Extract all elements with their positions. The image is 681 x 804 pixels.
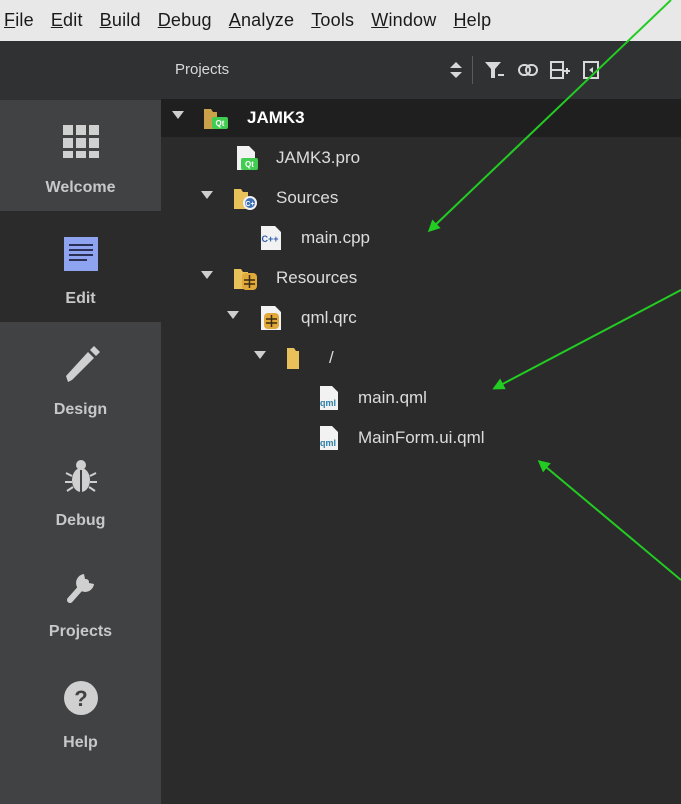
svg-text:qml: qml bbox=[320, 398, 336, 408]
bug-icon bbox=[65, 460, 97, 492]
tree-label-mainform-qml: MainForm.ui.qml bbox=[358, 428, 485, 447]
tree-label-resources: Resources bbox=[276, 268, 358, 287]
mode-sidebar-header bbox=[0, 41, 161, 100]
wrench-icon bbox=[67, 574, 94, 603]
menu-analyze[interactable]: Analyze bbox=[229, 10, 294, 31]
mode-help[interactable]: ? Help bbox=[0, 655, 161, 766]
qml-file-icon: qml bbox=[320, 386, 338, 410]
tree-item-resources[interactable]: Resources bbox=[161, 259, 681, 297]
tree-item-root-prefix[interactable]: / bbox=[161, 339, 681, 377]
svg-text:qml: qml bbox=[320, 438, 336, 448]
sort-updown-icon[interactable] bbox=[445, 59, 467, 81]
menu-edit[interactable]: Edit bbox=[51, 10, 83, 31]
qrc-file-icon bbox=[261, 306, 281, 330]
split-add-icon[interactable] bbox=[549, 59, 571, 81]
qml-file-icon: qml bbox=[320, 426, 338, 450]
expand-arrow-icon[interactable] bbox=[172, 111, 184, 119]
tree-label-pro-file: JAMK3.pro bbox=[276, 148, 361, 167]
filter-icon[interactable] bbox=[483, 59, 505, 81]
mode-welcome-label: Welcome bbox=[45, 179, 116, 196]
menu-file[interactable]: File bbox=[4, 10, 34, 31]
mode-debug-label: Debug bbox=[55, 512, 106, 529]
expand-arrow-icon[interactable] bbox=[227, 311, 239, 319]
toolbar-separator bbox=[472, 56, 473, 84]
projects-toolbar: Projects bbox=[161, 41, 681, 99]
tree-item-pro-file[interactable]: Qt JAMK3.pro bbox=[161, 139, 681, 177]
tree-item-sources[interactable]: C+ Sources bbox=[161, 179, 681, 217]
grid-icon bbox=[63, 125, 99, 158]
svg-text:C+: C+ bbox=[245, 201, 254, 208]
sources-folder-icon: C+ bbox=[234, 189, 257, 210]
mode-help-label: Help bbox=[63, 734, 98, 751]
mode-design-label: Design bbox=[53, 401, 108, 418]
mode-edit-label: Edit bbox=[65, 290, 96, 307]
projects-pane-selector[interactable]: Projects bbox=[175, 61, 229, 78]
menu-tools[interactable]: Tools bbox=[311, 10, 354, 31]
qt-project-folder-icon: Qt bbox=[204, 109, 228, 129]
menu-bar: File Edit Build Debug Analyze Tools Wind… bbox=[0, 0, 681, 41]
folder-icon bbox=[287, 348, 299, 369]
link-icon[interactable] bbox=[517, 59, 539, 81]
tree-item-main-qml[interactable]: qml main.qml bbox=[161, 379, 681, 417]
mode-edit[interactable]: Edit bbox=[0, 211, 161, 322]
document-edit-icon bbox=[64, 237, 98, 271]
svg-text:?: ? bbox=[74, 686, 87, 711]
expand-arrow-icon[interactable] bbox=[254, 351, 266, 359]
menu-window[interactable]: Window bbox=[371, 10, 436, 31]
tree-label-main-qml: main.qml bbox=[358, 388, 427, 407]
mode-debug[interactable]: Debug bbox=[0, 433, 161, 544]
tree-label-qml-qrc: qml.qrc bbox=[301, 308, 357, 327]
tree-label-slash: / bbox=[329, 348, 334, 367]
pencil-icon bbox=[66, 346, 100, 382]
mode-sidebar: Welcome Edit Design Debug Projects ? Hel… bbox=[0, 41, 161, 804]
menu-help[interactable]: Help bbox=[453, 10, 491, 31]
tree-label-main-cpp: main.cpp bbox=[301, 228, 370, 247]
mode-design[interactable]: Design bbox=[0, 322, 161, 433]
mode-projects-label: Projects bbox=[48, 623, 113, 640]
cpp-file-icon: C++ bbox=[261, 226, 281, 250]
svg-text:Qt: Qt bbox=[245, 160, 254, 169]
tree-item-qml-qrc[interactable]: qml.qrc bbox=[161, 299, 681, 337]
mode-welcome[interactable]: Welcome bbox=[0, 100, 161, 211]
menu-build[interactable]: Build bbox=[100, 10, 141, 31]
expand-arrow-icon[interactable] bbox=[201, 191, 213, 199]
close-pane-icon[interactable] bbox=[581, 59, 603, 81]
tree-label-sources: Sources bbox=[276, 188, 339, 207]
qt-pro-file-icon: Qt bbox=[237, 146, 258, 170]
tree-item-jamk3[interactable]: Qt JAMK3 bbox=[161, 99, 681, 137]
tree-label-root: JAMK3 bbox=[247, 108, 305, 127]
menu-debug[interactable]: Debug bbox=[158, 10, 212, 31]
mode-projects[interactable]: Projects bbox=[0, 544, 161, 655]
svg-text:Qt: Qt bbox=[216, 119, 225, 128]
tree-item-mainform-qml[interactable]: qml MainForm.ui.qml bbox=[161, 419, 681, 457]
project-tree: Qt JAMK3 Qt JAMK3.pro C+ Sources C++ mai… bbox=[161, 99, 681, 804]
help-question-icon: ? bbox=[64, 681, 98, 715]
expand-arrow-icon[interactable] bbox=[201, 271, 213, 279]
tree-item-main-cpp[interactable]: C++ main.cpp bbox=[161, 219, 681, 257]
resources-folder-icon bbox=[234, 269, 257, 290]
svg-text:C++: C++ bbox=[261, 234, 278, 244]
